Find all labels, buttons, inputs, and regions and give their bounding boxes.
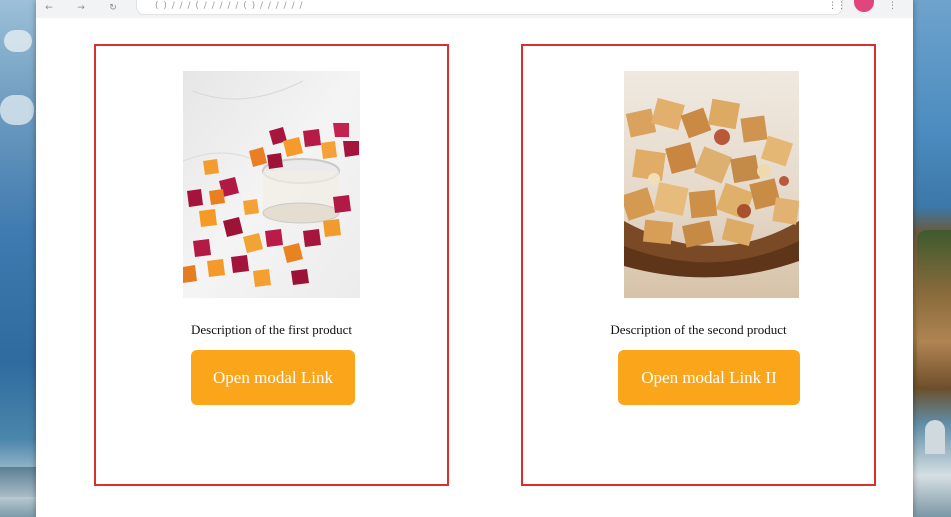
product-card-2: Description of the second product Open m… (521, 44, 876, 486)
open-modal-button-1[interactable]: Open modal Link (191, 350, 355, 405)
extensions-icon[interactable]: ⋮⋮ (828, 1, 846, 11)
shore (0, 467, 36, 497)
address-text: ( ) / / / ( / / / / / ( ) / / / / / / (155, 1, 304, 11)
browser-window: ← → ↻ ( ) / / / ( / / / / / ( ) / / / / … (36, 0, 913, 517)
page-content: Description of the first product Open mo… (36, 18, 913, 517)
menu-icon[interactable]: ⋮ (888, 1, 897, 11)
address-bar[interactable]: ( ) / / / ( / / / / / ( ) / / / / / / (136, 0, 843, 15)
forward-icon[interactable]: → (76, 3, 86, 13)
rock-arch (925, 420, 945, 454)
product-description: Description of the second product (610, 322, 787, 337)
fruit-gummies-image (183, 71, 360, 298)
snack-mix-image (624, 71, 799, 298)
profile-avatar[interactable] (854, 0, 874, 12)
desktop-background-left (0, 0, 36, 517)
product-card-1: Description of the first product Open mo… (94, 44, 449, 486)
cloud (4, 30, 32, 52)
fruit-gummies-illustration (183, 71, 360, 298)
browser-toolbar: ← → ↻ ( ) / / / ( / / / / / ( ) / / / / … (36, 0, 913, 19)
snack-mix-illustration (624, 71, 799, 298)
reload-icon[interactable]: ↻ (108, 3, 118, 13)
open-modal-button-2[interactable]: Open modal Link II (618, 350, 800, 405)
product-description: Description of the first product (190, 322, 352, 337)
rock-formation (917, 230, 951, 390)
desktop-background-right (913, 0, 951, 517)
back-icon[interactable]: ← (44, 3, 54, 13)
cloud (0, 95, 34, 125)
